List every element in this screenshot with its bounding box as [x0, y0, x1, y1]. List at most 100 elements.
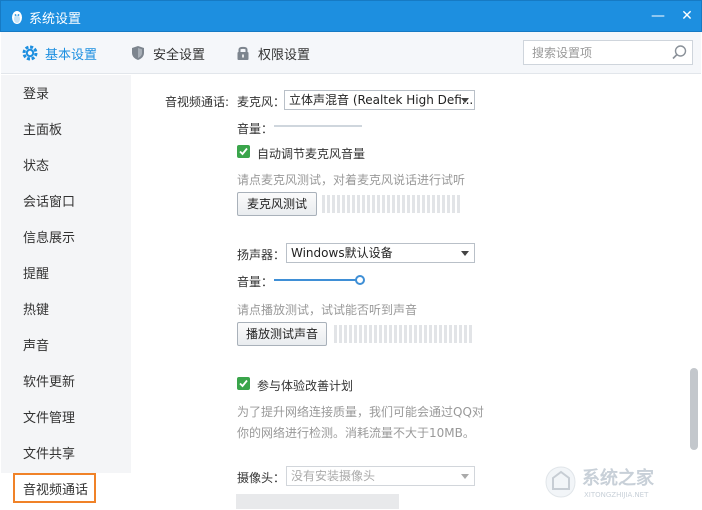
meter-segment — [352, 195, 355, 213]
meter-segment — [422, 195, 425, 213]
mic-volume-label: 音量： — [237, 122, 274, 136]
meter-segment — [369, 325, 372, 343]
scrollbar-thumb[interactable] — [690, 368, 698, 450]
meter-segment — [429, 325, 432, 343]
experience-plan-checkbox[interactable] — [237, 377, 250, 390]
meter-segment — [344, 325, 347, 343]
watermark-logo-icon — [545, 466, 576, 498]
camera-device-select: 没有安装摄像头 — [286, 466, 475, 486]
meter-segment — [409, 325, 412, 343]
window-title: 系统设置 — [29, 12, 82, 27]
mic-device-select[interactable]: 立体声混音 (Realtek High Defi... — [284, 90, 475, 110]
sidebar-item-software-update[interactable]: 软件更新 — [1, 365, 131, 401]
checkmark-icon — [239, 379, 248, 388]
meter-segment — [359, 325, 362, 343]
meter-segment — [459, 325, 462, 343]
minimize-button[interactable]: — — [649, 7, 667, 25]
meter-segment — [457, 195, 460, 213]
meter-segment — [432, 195, 435, 213]
meter-segment — [339, 325, 342, 343]
speaker-volume-label: 音量： — [237, 275, 274, 289]
meter-segment — [367, 195, 370, 213]
chevron-down-icon — [461, 251, 469, 256]
meter-segment — [379, 325, 382, 343]
sidebar-item-main-panel[interactable]: 主面板 — [1, 113, 131, 149]
meter-segment — [364, 325, 367, 343]
meter-segment — [357, 195, 360, 213]
settings-toolbar: 基本设置 安全设置 权限设置 — [1, 32, 701, 74]
sidebar-item-login[interactable]: 登录 — [1, 77, 131, 113]
content-scrollbar[interactable] — [686, 75, 702, 509]
sidebar-item-hotkeys[interactable]: 热键 — [1, 293, 131, 329]
close-button[interactable]: ✕ — [678, 7, 696, 25]
meter-segment — [354, 325, 357, 343]
meter-segment — [469, 325, 472, 343]
meter-segment — [394, 325, 397, 343]
meter-segment — [327, 195, 330, 213]
settings-search[interactable] — [523, 40, 693, 65]
section-label-av-call: 音视频通话: — [165, 95, 230, 109]
experience-plan-desc-line2: 你的网络进行检测。消耗流量不大于10MB。 — [237, 426, 475, 440]
meter-segment — [384, 325, 387, 343]
tab-permission-settings[interactable]: 权限设置 — [234, 32, 310, 74]
meter-segment — [444, 325, 447, 343]
meter-segment — [424, 325, 427, 343]
shield-icon — [132, 46, 144, 60]
auto-adjust-mic-label[interactable]: 自动调节麦克风音量 — [257, 145, 365, 162]
meter-segment — [452, 195, 455, 213]
speaker-label: 扬声器： — [237, 248, 286, 262]
meter-segment — [347, 195, 350, 213]
play-test-sound-button[interactable]: 播放测试声音 — [237, 322, 327, 346]
tab-basic-settings[interactable]: 基本设置 — [21, 32, 97, 74]
meter-segment — [337, 195, 340, 213]
sidebar-item-file-management[interactable]: 文件管理 — [1, 401, 131, 437]
qq-penguin-icon — [12, 11, 22, 24]
watermark-text: 系统之家 — [582, 467, 655, 489]
auto-adjust-mic-checkbox[interactable] — [237, 145, 250, 158]
sidebar-item-status[interactable]: 状态 — [1, 149, 131, 185]
tab-label: 基本设置 — [45, 47, 98, 63]
meter-segment — [442, 195, 445, 213]
meter-segment — [399, 325, 402, 343]
meter-segment — [447, 195, 450, 213]
site-watermark: 系统之家 XITONGZHIJIA.NET — [545, 466, 655, 499]
meter-segment — [404, 325, 407, 343]
tab-label: 安全设置 — [153, 47, 206, 63]
search-icon[interactable] — [671, 44, 688, 61]
sidebar-item-chat-window[interactable]: 会话窗口 — [1, 185, 131, 221]
search-input[interactable] — [524, 41, 664, 64]
speaker-volume-knob[interactable] — [355, 275, 365, 285]
speaker-device-select[interactable]: Windows默认设备 — [286, 243, 475, 263]
camera-label: 摄像头： — [237, 471, 286, 485]
mic-label: 麦克风： — [237, 95, 286, 109]
experience-plan-label[interactable]: 参与体验改善计划 — [257, 377, 353, 394]
speaker-volume-slider[interactable] — [274, 279, 357, 281]
sidebar-item-file-sharing[interactable]: 文件共享 — [1, 437, 131, 473]
mic-device-value: 立体声混音 (Realtek High Defi... — [289, 93, 474, 107]
meter-segment — [419, 325, 422, 343]
meter-segment — [407, 195, 410, 213]
meter-segment — [412, 195, 415, 213]
watermark-url-text: XITONGZHIJIA.NET — [584, 491, 649, 499]
sidebar-item-info-display[interactable]: 信息展示 — [1, 221, 131, 257]
mic-volume-slider[interactable] — [274, 125, 362, 127]
tab-security-settings[interactable]: 安全设置 — [129, 32, 205, 74]
mic-test-button[interactable]: 麦克风测试 — [237, 192, 317, 216]
meter-segment — [382, 195, 385, 213]
meter-segment — [387, 195, 390, 213]
sidebar-item-av-call[interactable]: 音视频通话 — [1, 473, 131, 509]
meter-segment — [334, 325, 337, 343]
meter-segment — [464, 325, 467, 343]
meter-segment — [389, 325, 392, 343]
meter-segment — [332, 195, 335, 213]
meter-segment — [439, 325, 442, 343]
meter-segment — [437, 195, 440, 213]
meter-segment — [402, 195, 405, 213]
sidebar-item-reminder[interactable]: 提醒 — [1, 257, 131, 293]
speaker-test-hint: 请点播放测试，试试能否听到声音 — [237, 303, 418, 317]
meter-segment — [417, 195, 420, 213]
chevron-down-icon — [461, 474, 469, 479]
mic-test-hint: 请点麦克风测试，对着麦克风说话进行试听 — [237, 173, 466, 187]
sidebar-item-sound[interactable]: 声音 — [1, 329, 131, 365]
experience-plan-desc-line1: 为了提升网络连接质量，我们可能会通过QQ对 — [237, 405, 484, 419]
